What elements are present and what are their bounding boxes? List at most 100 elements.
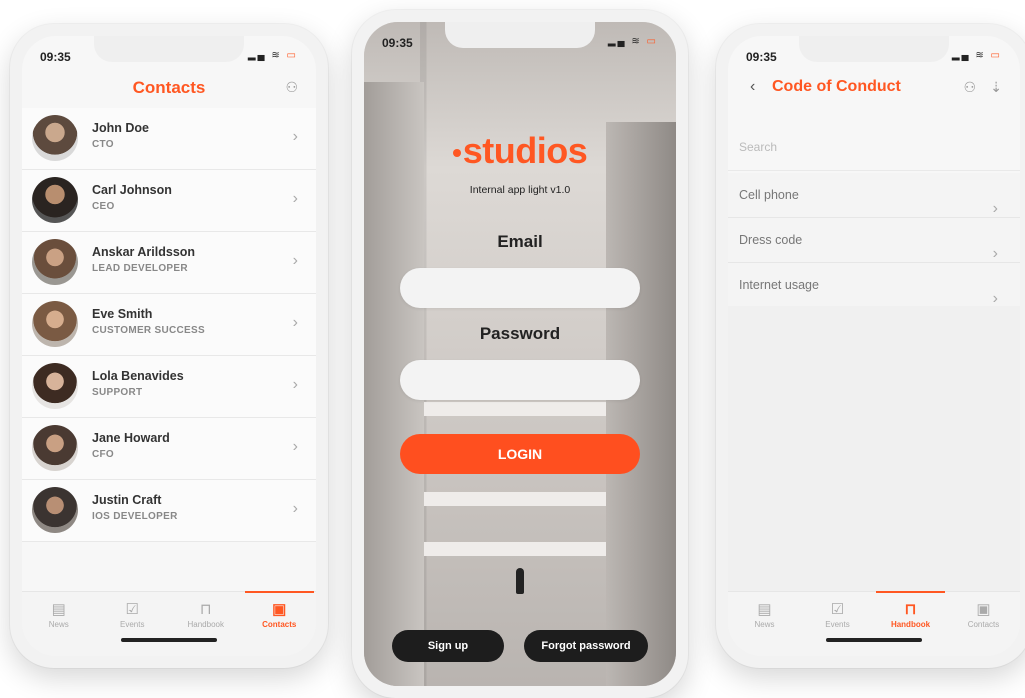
back-icon[interactable]: ‹ <box>750 78 755 96</box>
add-contact-icon[interactable]: ⚇ <box>285 79 298 96</box>
notch <box>94 36 244 62</box>
tab-label: Handbook <box>890 620 931 629</box>
tab-label: Handbook <box>187 620 224 629</box>
page-title: Code of Conduct <box>772 78 901 95</box>
list-item-label: Internet usage <box>739 278 819 292</box>
contact-row[interactable]: Jane Howard CFO › <box>22 418 316 480</box>
tab-label: Events <box>825 620 850 629</box>
tab-bar: ▤ News ☑ Events ⊓ Handbook ▣ Contacts <box>22 591 316 656</box>
list-item-label: Dress code <box>739 233 803 247</box>
chevron-right-icon: › <box>292 438 298 455</box>
contact-name: Lola Benavides <box>92 369 184 383</box>
login-screen: 09:35 ▂▄ ≋ ▭ studios Internal app light … <box>364 22 676 686</box>
list-item[interactable]: Dress code › <box>728 218 1020 263</box>
chevron-right-icon: › <box>292 128 298 145</box>
news-icon: ▤ <box>51 601 66 618</box>
status-icons: ▂▄ ≋ ▭ <box>951 50 1002 61</box>
conduct-screen: 09:35 ▂▄ ≋ ▭ ‹ Code of Conduct ⚇ ⇣ Searc… <box>728 36 1020 656</box>
logo-dot-icon <box>452 149 461 158</box>
email-field[interactable] <box>400 268 640 308</box>
list-item[interactable]: Internet usage › <box>728 263 1020 308</box>
tab-events[interactable]: ☑ Events <box>801 592 874 656</box>
login-button[interactable]: LOGIN <box>400 434 640 474</box>
chevron-right-icon: › <box>292 252 298 269</box>
tab-label: Contacts <box>967 620 1000 629</box>
chevron-right-icon: › <box>292 500 298 517</box>
contacts-screen: 09:35 ▂▄ ≋ ▭ Contacts ⚇ John Doe CTO › C… <box>22 36 316 656</box>
avatar <box>32 177 78 223</box>
contact-row[interactable]: Eve Smith CUSTOMER SUCCESS › <box>22 294 316 356</box>
contact-name: John Doe <box>92 121 149 135</box>
contact-row[interactable]: Lola Benavides SUPPORT › <box>22 356 316 418</box>
avatar <box>32 239 78 285</box>
background-figure <box>516 568 524 594</box>
avatar <box>32 115 78 161</box>
tab-news[interactable]: ▤ News <box>22 592 96 656</box>
search-input[interactable]: Search <box>728 124 1020 171</box>
contact-name: Carl Johnson <box>92 183 172 197</box>
contact-role: CEO <box>92 201 115 212</box>
contacts-icon: ▣ <box>272 601 287 618</box>
contact-role: CFO <box>92 449 115 460</box>
chevron-right-icon: › <box>292 190 298 207</box>
tab-events[interactable]: ☑ Events <box>96 592 170 656</box>
battery-icon: ▭ <box>286 50 298 61</box>
signup-button[interactable]: Sign up <box>392 630 504 662</box>
background-column <box>606 122 676 686</box>
contacts-list: John Doe CTO › Carl Johnson CEO › Anskar… <box>22 108 316 542</box>
contact-name: Anskar Arildsson <box>92 245 196 259</box>
contacts-phone: 09:35 ▂▄ ≋ ▭ Contacts ⚇ John Doe CTO › C… <box>10 24 328 668</box>
contact-role: LEAD DEVELOPER <box>92 263 188 274</box>
calendar-icon: ☑ <box>125 601 139 618</box>
conduct-phone: 09:35 ▂▄ ≋ ▭ ‹ Code of Conduct ⚇ ⇣ Searc… <box>716 24 1025 668</box>
forgot-password-button[interactable]: Forgot password <box>524 630 648 662</box>
home-indicator <box>826 638 922 642</box>
tab-label: Events <box>120 620 145 629</box>
tab-bar: ▤ News ☑ Events ⊓ Handbook ▣ Contacts <box>728 591 1020 656</box>
calendar-icon: ☑ <box>830 601 845 618</box>
tab-handbook[interactable]: ⊓ Handbook <box>874 591 947 656</box>
brand-logo: studios <box>364 130 676 172</box>
book-icon: ⊓ <box>904 601 917 618</box>
avatar <box>32 301 78 347</box>
password-field[interactable] <box>400 360 640 400</box>
contact-role: SUPPORT <box>92 387 143 398</box>
background-beam <box>424 542 606 556</box>
news-icon: ▤ <box>757 601 772 618</box>
battery-icon: ▭ <box>646 36 658 47</box>
tab-contacts[interactable]: ▣ Contacts <box>947 592 1020 656</box>
chevron-right-icon: › <box>292 314 298 331</box>
tab-news[interactable]: ▤ News <box>728 592 801 656</box>
sort-icon[interactable]: ⇣ <box>990 79 1002 96</box>
notch <box>445 22 595 48</box>
tab-contacts[interactable]: ▣ Contacts <box>243 591 317 656</box>
login-phone: 09:35 ▂▄ ≋ ▭ studios Internal app light … <box>352 10 688 698</box>
home-indicator <box>121 638 217 642</box>
app-subtitle: Internal app light v1.0 <box>469 184 571 196</box>
contact-role: CUSTOMER SUCCESS <box>92 325 205 336</box>
background-beam <box>424 492 606 506</box>
tab-handbook[interactable]: ⊓ Handbook <box>169 592 243 656</box>
contact-role: CTO <box>92 139 114 150</box>
status-icons: ▂▄ ≋ ▭ <box>247 50 298 61</box>
email-label: Email <box>497 232 543 251</box>
contacts-icon: ▣ <box>976 601 991 618</box>
contact-row[interactable]: John Doe CTO › <box>22 108 316 170</box>
contact-row[interactable]: Carl Johnson CEO › <box>22 170 316 232</box>
avatar <box>32 487 78 533</box>
avatar <box>32 363 78 409</box>
contacts-icon[interactable]: ⚇ <box>963 79 976 96</box>
brand-name: studios <box>462 130 588 171</box>
status-time: 09:35 <box>40 50 71 64</box>
status-time: 09:35 <box>746 50 777 64</box>
contact-row[interactable]: Justin Craft IOS DEVELOPER › <box>22 480 316 542</box>
contact-role: IOS DEVELOPER <box>92 511 178 522</box>
contact-name: Jane Howard <box>92 431 170 445</box>
contact-row[interactable]: Anskar Arildsson LEAD DEVELOPER › <box>22 232 316 294</box>
notch <box>799 36 949 62</box>
chevron-right-icon: › <box>292 376 298 393</box>
avatar <box>32 425 78 471</box>
tab-label: News <box>754 620 775 629</box>
list-item[interactable]: Cell phone › <box>728 173 1020 218</box>
contact-name: Justin Craft <box>92 493 162 507</box>
